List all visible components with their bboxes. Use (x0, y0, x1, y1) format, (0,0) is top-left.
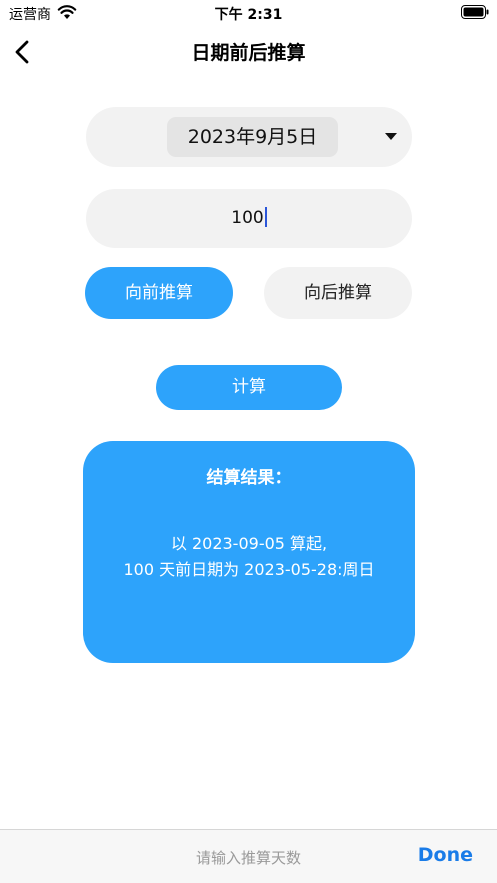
page-title: 日期前后推算 (191, 42, 306, 64)
forward-calc-button[interactable]: 向前推算 (85, 267, 233, 319)
keyboard-toolbar: 请输入推算天数 Done (0, 829, 497, 883)
result-title: 结算结果： (206, 468, 292, 488)
text-cursor (264, 207, 267, 227)
result-computed-date: 100 天前日期为 2023-05-28:周日 (123, 560, 375, 579)
backward-calc-button[interactable]: 向后推算 (264, 267, 412, 319)
days-input-field[interactable]: 100 (86, 189, 412, 248)
date-picker-value[interactable]: 2023年9月5日 (167, 117, 338, 157)
battery-icon (461, 5, 489, 19)
date-picker-row[interactable]: 2023年9月5日 (86, 107, 412, 167)
status-bar: 运营商 下午 2:31 (0, 0, 497, 26)
days-input-value[interactable]: 100 (86, 207, 412, 228)
result-start-date: 以 2023-09-05 算起, (170, 534, 328, 553)
navigation-bar: 日期前后推算 (0, 30, 497, 74)
dropdown-caret-icon[interactable] (385, 133, 397, 140)
status-time: 下午 2:31 (214, 7, 283, 23)
result-card: 结算结果： 以 2023-09-05 算起, 100 天前日期为 2023-05… (83, 441, 415, 663)
calculate-button[interactable]: 计算 (156, 365, 342, 410)
done-button[interactable]: Done (418, 844, 473, 866)
